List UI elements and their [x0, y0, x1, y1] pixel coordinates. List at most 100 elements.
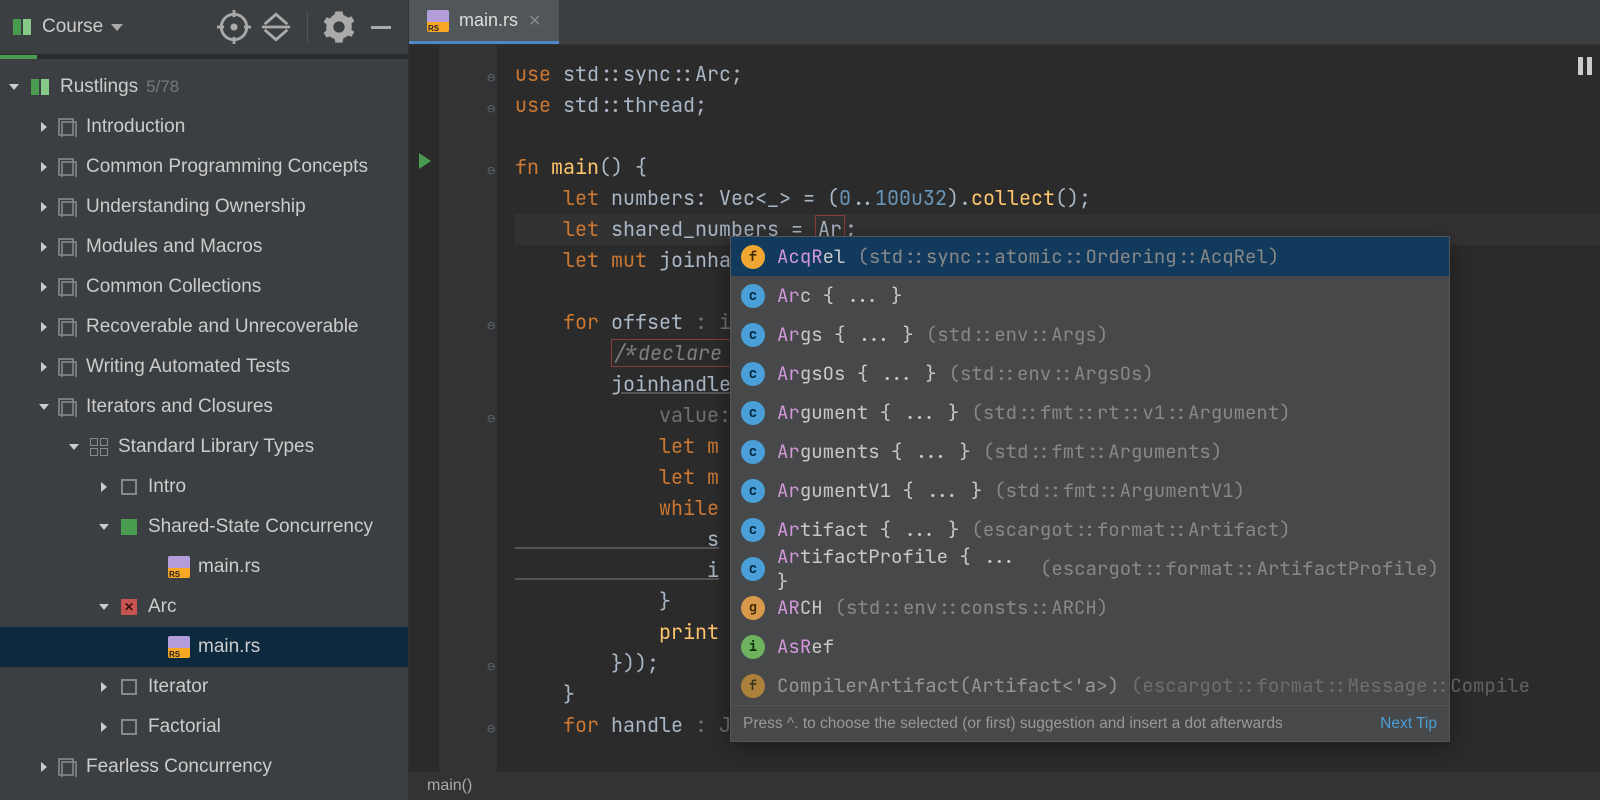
run-gutter-icon[interactable]: [419, 153, 431, 169]
tree-item-iterators[interactable]: Iterators and Closures: [0, 387, 408, 427]
completion-name: ArgsOs { ... }: [777, 361, 937, 386]
completion-name: AcqRel: [777, 244, 845, 269]
rust-file-icon: [168, 556, 190, 578]
chapter-icon: [58, 197, 78, 217]
tree-item-introduction[interactable]: Introduction: [0, 107, 408, 147]
chapter-icon: [58, 117, 78, 137]
completion-item[interactable]: c Args { ... } (std::env::Args): [731, 315, 1449, 354]
completion-name: ArtifactProfile { ... }: [777, 544, 1028, 594]
separator: [307, 12, 308, 42]
tree-item-concepts[interactable]: Common Programming Concepts: [0, 147, 408, 187]
tab-label: main.rs: [459, 10, 518, 31]
chapter-icon: [58, 357, 78, 377]
tree-root[interactable]: Rustlings 5/78: [0, 67, 408, 107]
c-kind-icon: c: [741, 362, 765, 386]
tree-item-shared-state[interactable]: Shared-State Concurrency: [0, 507, 408, 547]
completion-item[interactable]: c Arc { ... }: [731, 276, 1449, 315]
completion-origin: (escargot::format::ArtifactProfile): [1040, 556, 1439, 581]
completion-origin: (std::fmt::rt::v1::Argument): [971, 400, 1290, 425]
completion-origin: (std::env::consts::ARCH): [835, 595, 1109, 620]
completion-origin: (std::sync::atomic::Ordering::AcqRel): [857, 244, 1279, 269]
tree-file-main2[interactable]: main.rs: [0, 627, 408, 667]
breadcrumb[interactable]: main(): [409, 772, 1600, 800]
tree-item-arc[interactable]: ✕Arc: [0, 587, 408, 627]
completion-item[interactable]: c ArgumentV1 { ... } (std::fmt::ArgumentV…: [731, 471, 1449, 510]
c-kind-icon: c: [741, 440, 765, 464]
i-kind-icon: i: [741, 635, 765, 659]
collapse-icon[interactable]: [259, 10, 293, 44]
completion-item[interactable]: f AcqRel (std::sync::atomic::Ordering::Ac…: [731, 237, 1449, 276]
chevron-down-icon[interactable]: [111, 24, 123, 31]
completion-item[interactable]: fCompilerArtifact(Artifact<'a>) (escargo…: [731, 666, 1449, 705]
tree-file-main1[interactable]: main.rs: [0, 547, 408, 587]
tree-item-modules[interactable]: Modules and Macros: [0, 227, 408, 267]
completion-name: Arguments { ... }: [777, 439, 971, 464]
sidebar-toolbar: Course: [0, 0, 408, 55]
tree-item-iterator[interactable]: Iterator: [0, 667, 408, 707]
gear-icon[interactable]: [322, 10, 356, 44]
progress-count: 5/78: [146, 77, 179, 97]
completion-item[interactable]: i AsRef: [731, 627, 1449, 666]
c-kind-icon: c: [741, 557, 765, 581]
completion-origin: (std::env::Args): [926, 322, 1108, 347]
tree-item-factorial[interactable]: Factorial: [0, 707, 408, 747]
rust-file-icon: [168, 636, 190, 658]
c-kind-icon: c: [741, 479, 765, 503]
completion-name: AsRef: [777, 634, 834, 659]
square-complete-icon: [118, 516, 140, 538]
minimize-icon[interactable]: [364, 10, 398, 44]
square-error-icon: ✕: [118, 596, 140, 618]
c-kind-icon: c: [741, 323, 765, 347]
completion-popup: f AcqRel (std::sync::atomic::Ordering::Ac…: [730, 236, 1450, 742]
tree-root-label: Rustlings: [60, 76, 138, 98]
completion-item[interactable]: c ArgsOs { ... } (std::env::ArgsOs): [731, 354, 1449, 393]
c-kind-icon: c: [741, 284, 765, 308]
completion-origin: (std::fmt::ArgumentV1): [994, 478, 1245, 503]
tree-item-collections[interactable]: Common Collections: [0, 267, 408, 307]
completion-name: ArgumentV1 { ... }: [777, 478, 982, 503]
c-kind-icon: c: [741, 401, 765, 425]
next-tip-link[interactable]: Next Tip: [1380, 715, 1437, 733]
tree-item-errors[interactable]: Recoverable and Unrecoverable: [0, 307, 408, 347]
completion-item[interactable]: cArgument { ... } (std::fmt::rt::v1::Arg…: [731, 393, 1449, 432]
course-dropdown-label[interactable]: Course: [42, 16, 103, 38]
c-kind-icon: c: [741, 518, 765, 542]
chapter-icon: [58, 277, 78, 297]
book-icon: [10, 15, 34, 39]
tree-item-ownership[interactable]: Understanding Ownership: [0, 187, 408, 227]
completion-footer: Press ^. to choose the selected (or firs…: [731, 705, 1449, 741]
book-icon: [28, 75, 52, 99]
completion-item[interactable]: cArtifactProfile { ... } (escargot::form…: [731, 549, 1449, 588]
tree-item-intro[interactable]: Intro: [0, 467, 408, 507]
chapter-icon: [58, 757, 78, 777]
completion-tip-text: Press ^. to choose the selected (or firs…: [743, 715, 1283, 733]
tab-main-rs[interactable]: main.rs ✕: [409, 0, 559, 44]
chapter-icon: [58, 397, 78, 417]
completion-origin: (std::env::ArgsOs): [949, 361, 1154, 386]
completion-name: CompilerArtifact(Artifact<'a>): [777, 673, 1119, 698]
completion-name: Artifact { ... }: [777, 517, 959, 542]
rust-file-icon: [427, 10, 449, 32]
target-icon[interactable]: [217, 10, 251, 44]
course-sidebar: Course Rustlings 5/78 Introduction Commo…: [0, 0, 409, 800]
completion-item[interactable]: cArguments { ... } (std::fmt::Arguments): [731, 432, 1449, 471]
tree-item-concurrency[interactable]: Fearless Concurrency: [0, 747, 408, 787]
chapter-icon: [58, 157, 78, 177]
tree-item-tests[interactable]: Writing Automated Tests: [0, 347, 408, 387]
f-kind-icon: f: [741, 245, 765, 269]
square-icon: [118, 476, 140, 498]
tab-bar: main.rs ✕: [409, 0, 1600, 45]
gutter: ⊖ ⊖ ⊖ ⊖ ⊖ ⊖ ⊖: [439, 45, 497, 772]
completion-name: Arc { ... }: [777, 283, 902, 308]
square-icon: [118, 716, 140, 738]
completion-origin: (escargot::format::Artifact): [971, 517, 1290, 542]
completion-name: Args { ... }: [777, 322, 914, 347]
chapter-icon: [58, 317, 78, 337]
course-tree: Rustlings 5/78 Introduction Common Progr…: [0, 59, 408, 800]
tree-item-stdtypes[interactable]: Standard Library Types: [0, 427, 408, 467]
square-icon: [118, 676, 140, 698]
close-icon[interactable]: ✕: [528, 11, 541, 31]
f-kind-icon: f: [741, 674, 765, 698]
pause-icon[interactable]: [1578, 57, 1592, 75]
completion-item[interactable]: gARCH (std::env::consts::ARCH): [731, 588, 1449, 627]
